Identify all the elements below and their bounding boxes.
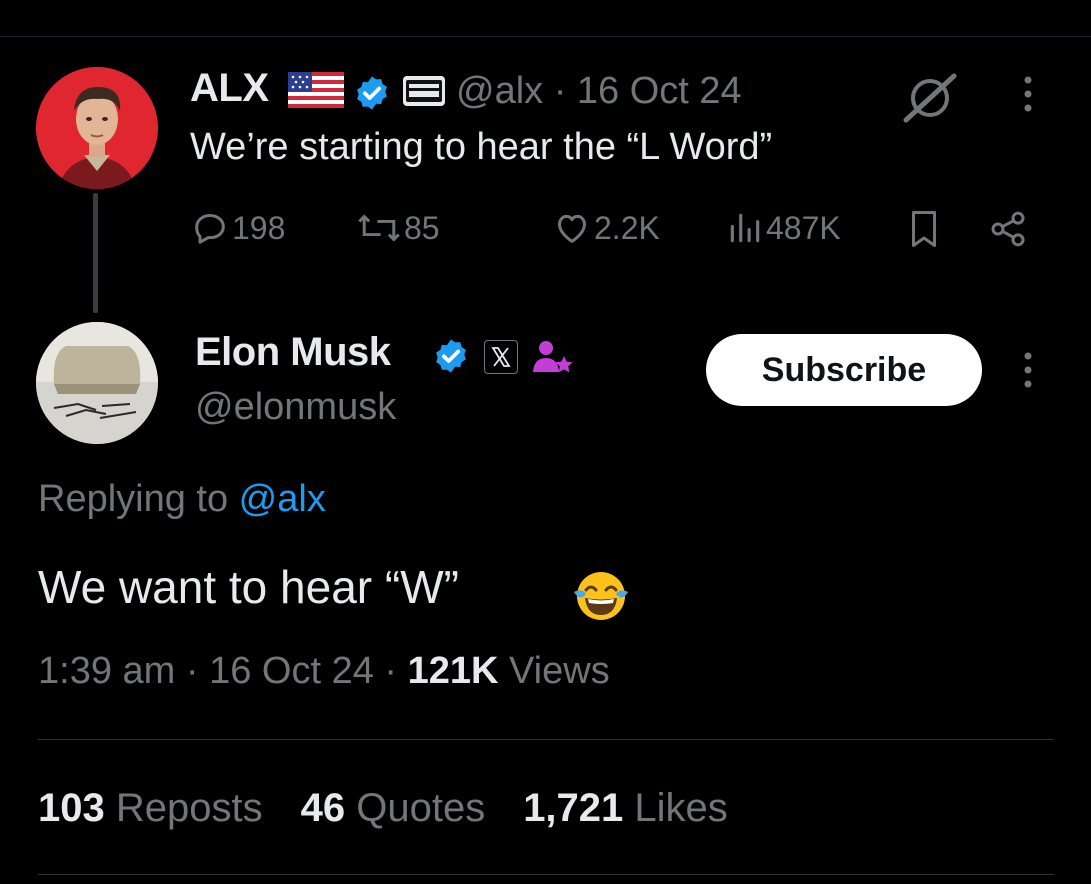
likes-count: 1,721 [523,786,624,830]
views-icon [730,213,760,243]
tweet-text: We’re starting to hear the “L Word” [190,126,773,168]
reply-count: 198 [232,209,286,246]
affiliate-badge-icon[interactable] [403,76,445,106]
replying-to: Replying to @alx [38,478,326,521]
author-handle-date[interactable]: @alx · 16 Oct 24 [456,70,742,113]
replying-prefix: Replying to [38,478,239,520]
reposts-label: Reposts [104,786,263,830]
top-divider [0,36,1091,37]
tweet-text: We want to hear “W” [38,561,459,613]
tweet-meta: 1:39 am · 16 Oct 24 · 121K Views [38,650,610,693]
views-action[interactable]: 487K [726,208,841,248]
repost-icon [358,214,400,242]
quotes-stat[interactable]: 46 Quotes [301,786,486,830]
reply-icon [195,214,225,244]
subscribe-button[interactable]: Subscribe [706,334,982,406]
divider [38,874,1054,875]
author-name[interactable]: ALX [190,66,269,111]
bookmark-icon[interactable] [906,208,942,250]
elon-avatar[interactable] [36,322,158,444]
x-badge-icon[interactable] [484,340,518,374]
engagement-stats: 103 Reposts 46 Quotes 1,721 Likes [38,786,728,831]
tweet-actions: 198 85 2.2K 487K [0,208,1091,258]
author-handle[interactable]: @elonmusk [195,386,396,429]
repost-count: 85 [404,209,440,246]
us-flag-icon [288,72,344,113]
replying-mention-link[interactable]: @alx [239,478,326,520]
like-count: 2.2K [594,209,660,246]
reply-action[interactable]: 198 [190,208,285,248]
alx-avatar[interactable] [36,67,158,189]
like-icon [558,214,586,243]
more-icon[interactable] [1020,74,1036,119]
repost-action[interactable]: 85 [356,208,440,248]
like-action[interactable]: 2.2K [552,208,660,248]
share-icon[interactable] [988,208,1028,250]
time-date[interactable]: 1:39 am · 16 Oct 24 · [38,650,408,692]
divider [38,739,1054,740]
affiliate-icon[interactable] [530,338,574,383]
verified-badge-icon[interactable] [353,74,391,117]
tears-of-joy-emoji [572,568,630,629]
views-label: Views [498,650,610,692]
verified-badge-icon[interactable] [432,337,470,380]
likes-stat[interactable]: 1,721 Likes [523,786,728,830]
reposts-count: 103 [38,786,105,830]
more-icon[interactable] [1020,350,1036,395]
likes-label: Likes [623,786,728,830]
reposts-stat[interactable]: 103 Reposts [38,786,263,830]
grok-icon[interactable] [900,72,960,129]
views-count: 121K [407,650,499,692]
views-count: 487K [766,209,841,246]
author-name[interactable]: Elon Musk [195,330,391,375]
quotes-label: Quotes [345,786,486,830]
quotes-count: 46 [300,786,346,830]
